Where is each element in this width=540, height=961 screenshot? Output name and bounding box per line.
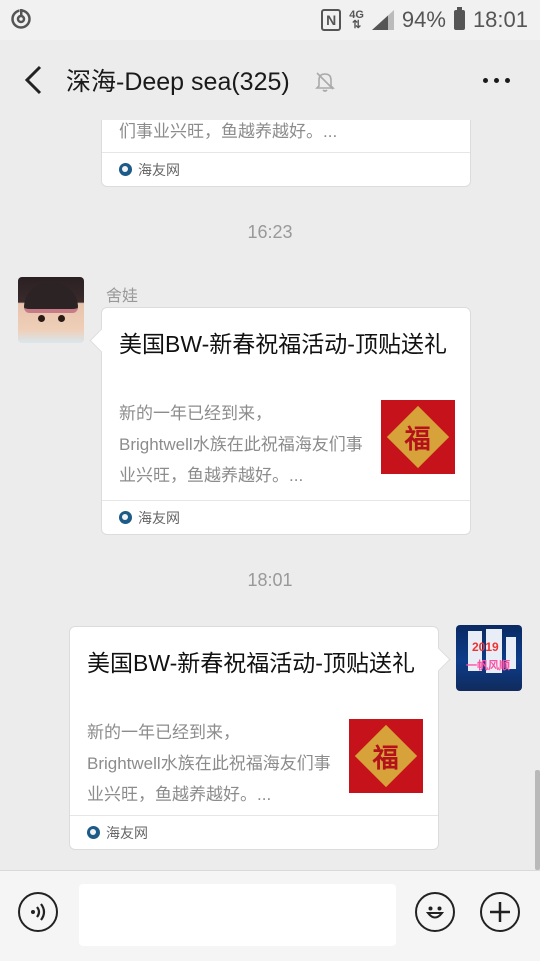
my-avatar[interactable]: 2019 一帆风顺 — [456, 625, 522, 691]
avatar-eye — [58, 315, 65, 322]
message-timestamp: 18:01 — [247, 570, 293, 590]
nfc-icon: N — [321, 9, 342, 31]
chat-message-list[interactable]: 们事业兴旺，鱼越养越好。... 海友网 16:23 舍娃 美国BW-新春祝福活动… — [0, 120, 540, 870]
emoji-button[interactable] — [415, 892, 455, 932]
avatar-caption-text: 一帆风顺 — [466, 660, 510, 672]
avatar-hat — [24, 283, 78, 313]
link-card-description: 新的一年已经到来， Brightwell水族在此祝福海友们事业兴旺，鱼越养越好。… — [119, 404, 363, 485]
battery-icon — [453, 7, 465, 30]
link-card[interactable]: 美国BW-新春祝福活动-顶贴送礼 新的一年已经到来， Brightwell水族在… — [89, 307, 471, 535]
dot-icon — [505, 78, 510, 83]
avatar-eye — [38, 315, 45, 322]
back-button[interactable] — [14, 60, 54, 100]
fu-character-emblem: 福 — [354, 724, 418, 788]
network-type-icon: 4G ⇅ — [349, 9, 364, 31]
link-card-source: 海友网 — [138, 161, 180, 178]
more-functions-button[interactable] — [480, 892, 520, 932]
emoji-icon — [425, 906, 445, 919]
mute-notification-icon — [315, 72, 335, 92]
dot-icon — [494, 78, 499, 83]
bubble-tail — [89, 328, 114, 353]
bubble-tail — [426, 647, 451, 672]
link-card-footer: 海友网 — [70, 815, 438, 849]
link-card-source: 海友网 — [138, 509, 180, 526]
status-bar: N 4G ⇅ 94% 18:01 — [0, 0, 540, 40]
battery-percent: 94% — [401, 7, 446, 32]
voice-input-button[interactable] — [18, 892, 58, 932]
link-card-description: 新的一年已经到来， Brightwell水族在此祝福海友们事业兴旺，鱼越养越好。… — [87, 723, 331, 804]
input-bar — [0, 870, 540, 961]
avatar-year-text: 2019 — [472, 640, 499, 654]
sync-icon — [11, 9, 31, 29]
fu-character-emblem: 福 — [386, 405, 450, 469]
source-logo-icon — [119, 511, 132, 524]
message-timestamp: 16:23 — [247, 222, 293, 242]
link-card-footer: 海友网 — [102, 152, 470, 186]
link-card-title: 美国BW-新春祝福活动-顶贴送礼 — [119, 331, 447, 357]
link-card-description: 们事业兴旺，鱼越养越好。... — [119, 122, 338, 141]
source-logo-icon — [87, 826, 100, 839]
link-card-partial[interactable]: 们事业兴旺，鱼越养越好。... 海友网 — [101, 120, 471, 187]
link-card-source: 海友网 — [106, 824, 148, 841]
signal-icon — [371, 10, 394, 30]
clock: 18:01 — [472, 7, 528, 32]
link-card-footer: 海友网 — [102, 500, 470, 534]
link-card-self[interactable]: 美国BW-新春祝福活动-顶贴送礼 新的一年已经到来， Brightwell水族在… — [69, 626, 451, 850]
dot-icon — [483, 78, 488, 83]
link-card-thumbnail: 福 — [381, 400, 455, 474]
message-input[interactable] — [79, 884, 396, 946]
source-logo-icon — [119, 163, 132, 176]
link-card-thumbnail: 福 — [349, 719, 423, 793]
scrollbar[interactable] — [535, 770, 540, 870]
voice-icon — [31, 903, 46, 921]
more-options-button[interactable] — [483, 78, 510, 83]
avatar[interactable] — [18, 277, 84, 343]
plus-icon — [490, 902, 510, 922]
sender-name: 舍娃 — [106, 288, 139, 305]
chat-header: 深海-Deep sea(325) — [0, 40, 540, 120]
chat-title: 深海-Deep sea(325) — [66, 68, 290, 96]
link-card-title: 美国BW-新春祝福活动-顶贴送礼 — [87, 650, 415, 676]
